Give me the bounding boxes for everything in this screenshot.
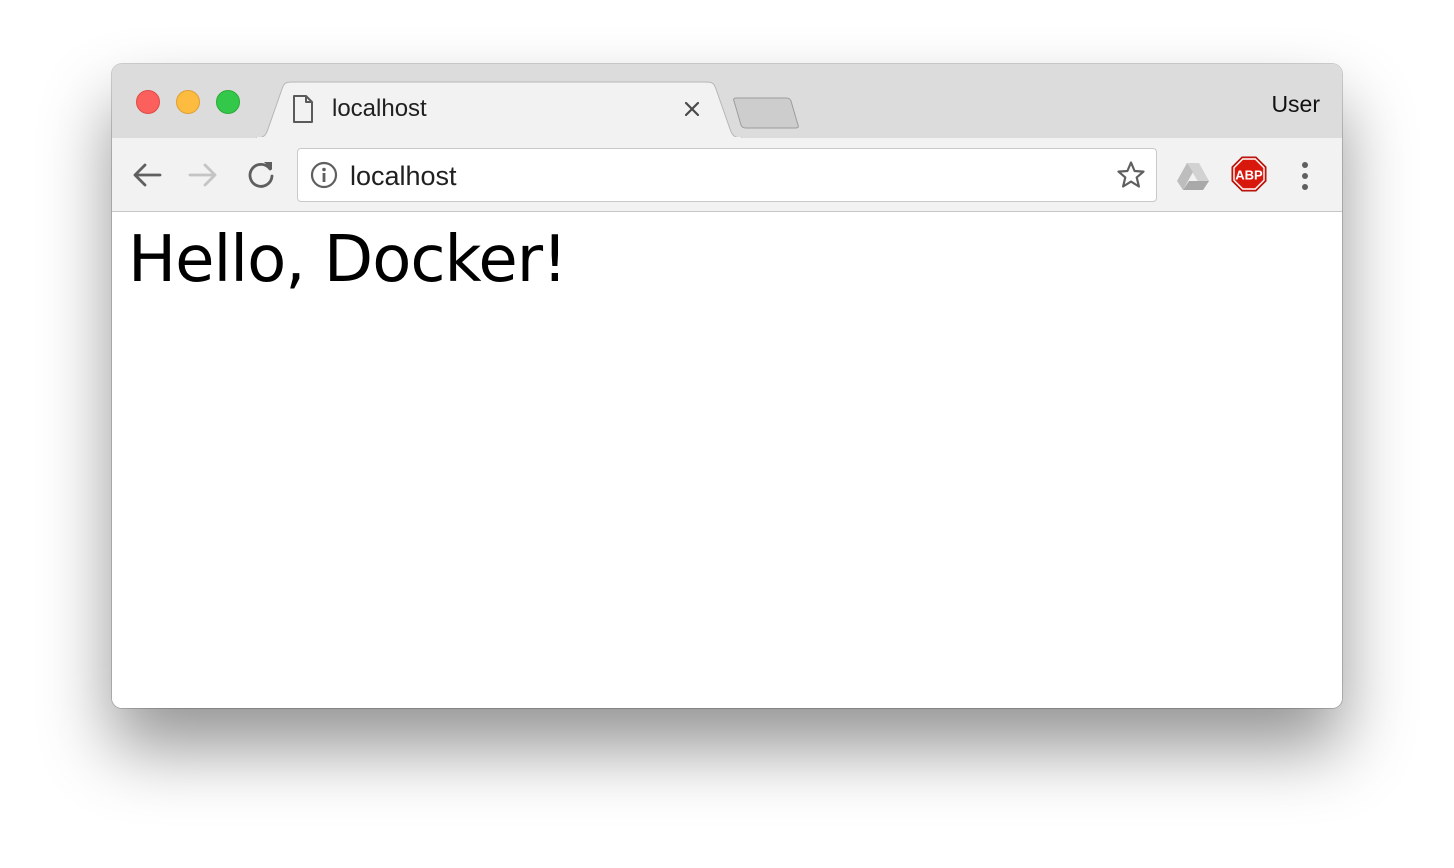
page-content: Hello, Docker! [112,212,1342,708]
google-drive-icon[interactable] [1175,158,1211,194]
vertical-dots-icon[interactable] [1290,158,1320,194]
page-heading: Hello, Docker! [128,223,568,297]
address-bar[interactable]: localhost [297,148,1157,202]
profile-button[interactable]: User [1271,90,1320,118]
info-icon[interactable] [310,161,338,189]
reload-icon[interactable] [244,158,278,192]
tab-title: localhost [332,95,427,122]
title-bar: localhost User [112,64,1342,139]
arrow-left-icon[interactable] [130,158,164,192]
close-tab-icon[interactable] [682,99,702,119]
tab-localhost[interactable]: localhost [256,81,742,139]
abp-label: ABP [1235,168,1263,183]
browser-window: localhost User localhost ABP Hello, Dock… [112,64,1342,708]
star-icon[interactable] [1116,160,1146,190]
new-tab-button[interactable] [732,96,802,130]
adblock-plus-icon[interactable]: ABP [1231,156,1267,192]
minimize-window-button[interactable] [176,90,200,114]
zoom-window-button[interactable] [216,90,240,114]
tab-shape [256,81,742,139]
browser-toolbar: localhost ABP [112,138,1342,212]
page-icon [293,95,313,123]
close-window-button[interactable] [136,90,160,114]
arrow-right-icon[interactable] [186,158,220,192]
url-text[interactable]: localhost [350,161,457,191]
